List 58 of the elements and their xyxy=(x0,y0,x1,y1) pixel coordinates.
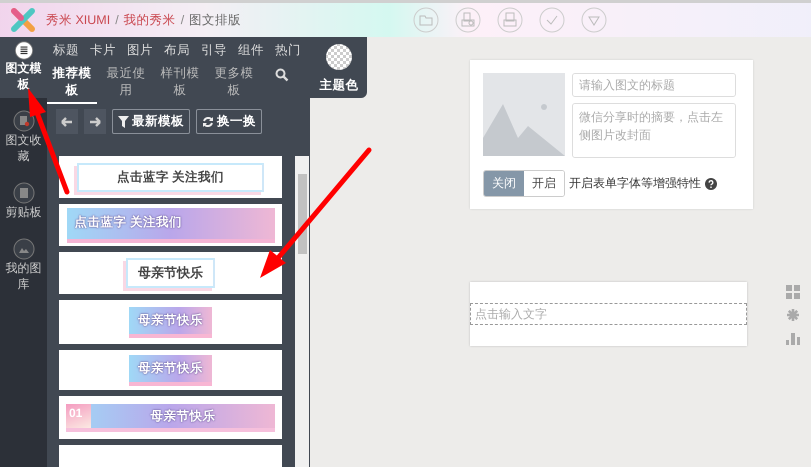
sidebar-item[interactable]: 图文收藏 xyxy=(0,106,47,170)
folder-icon[interactable] xyxy=(413,7,440,33)
category-tab[interactable]: 引导 xyxy=(201,42,227,59)
category-tab[interactable]: 标题 xyxy=(53,42,79,59)
category-tab[interactable]: 组件 xyxy=(238,42,264,59)
template-title: 母亲节快乐 xyxy=(129,354,212,386)
category-tab[interactable]: 图片 xyxy=(127,42,153,59)
shuffle-button[interactable]: 换一换 xyxy=(196,109,262,134)
scrollbar-thumb[interactable] xyxy=(298,174,307,254)
category-tab[interactable]: 布局 xyxy=(164,42,190,59)
checkmark-icon[interactable] xyxy=(539,7,566,33)
transparent-swatch-icon xyxy=(325,43,353,71)
printer-icon[interactable] xyxy=(497,7,524,33)
template-title: 母亲节快乐 xyxy=(126,258,215,288)
document-preview-icon[interactable] xyxy=(455,7,482,33)
template-tab[interactable]: 最近使用 xyxy=(101,65,151,104)
template-title: 点击蓝字 关注我们 xyxy=(66,208,274,242)
title-input[interactable]: 请输入图文的标题 xyxy=(572,73,736,97)
scrollbar[interactable] xyxy=(295,156,309,467)
arrow-left-icon xyxy=(61,116,73,126)
template-tab[interactable]: 更多模板 xyxy=(209,65,259,104)
category-tab[interactable]: 卡片 xyxy=(90,42,116,59)
sidebar-item[interactable]: 我的图库 xyxy=(0,234,47,298)
category-tab[interactable]: 热门 xyxy=(275,42,301,59)
search-icon[interactable] xyxy=(275,68,289,82)
feature-label: 开启表单字体等增强特性 xyxy=(569,175,701,192)
text-input[interactable]: 点击输入文字 xyxy=(470,303,747,325)
image-placeholder-icon[interactable] xyxy=(483,73,565,156)
grid-icon[interactable] xyxy=(786,285,800,299)
template-tab[interactable]: 样刊模板 xyxy=(155,65,205,104)
template-title: 母亲节快乐 xyxy=(129,306,212,338)
breadcrumb-separator: / xyxy=(180,13,184,27)
list-icon xyxy=(12,41,34,60)
latest-templates-button[interactable]: 最新模板 xyxy=(112,109,190,134)
clipboard-icon xyxy=(12,182,34,204)
template-title: 母亲节快乐 xyxy=(150,408,216,424)
template-card[interactable]: 母亲节快乐 xyxy=(59,252,282,294)
template-card[interactable]: 点击蓝字 关注我们 xyxy=(59,156,282,198)
sidebar-item[interactable]: 剪贴板 xyxy=(0,178,47,226)
sidebar-item[interactable]: 图文模板 xyxy=(0,37,47,98)
refresh-icon xyxy=(202,116,214,128)
theme-color-button[interactable]: 主题色 xyxy=(314,37,364,98)
mountain-image-icon xyxy=(12,238,34,260)
summary-input[interactable]: 微信分享时的摘要，点击左侧图片改封面 xyxy=(572,103,736,158)
template-number: 01 xyxy=(66,404,91,428)
filter-icon xyxy=(118,116,129,128)
arrow-right-icon xyxy=(89,116,101,126)
breadcrumb-separator: / xyxy=(115,13,119,27)
breadcrumb-item: 图文排版 xyxy=(189,12,242,28)
forward-button[interactable] xyxy=(84,109,106,134)
logo-icon xyxy=(10,7,36,33)
back-button[interactable] xyxy=(56,109,78,134)
triangle-down-icon[interactable] xyxy=(581,7,608,33)
asterisk-icon[interactable] xyxy=(786,308,800,322)
bar-chart-icon[interactable] xyxy=(786,331,800,345)
breadcrumb-item[interactable]: 我的秀米 xyxy=(124,12,176,28)
help-icon[interactable] xyxy=(705,178,717,190)
breadcrumb-item[interactable]: 秀米 XIUMI xyxy=(46,12,110,28)
